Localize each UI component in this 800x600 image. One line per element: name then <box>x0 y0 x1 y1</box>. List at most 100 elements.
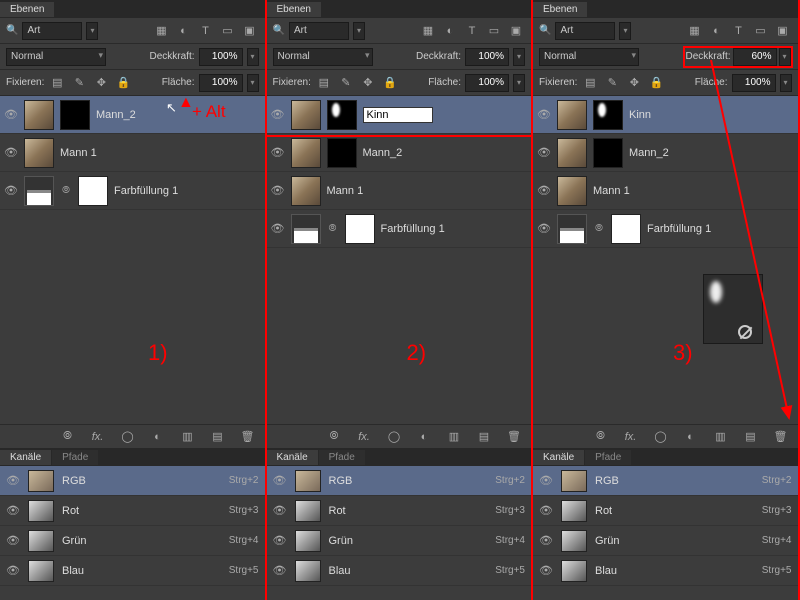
filter-smart-icon[interactable]: ▣ <box>774 22 792 40</box>
layer-filter-input[interactable] <box>289 22 349 40</box>
channels-tab[interactable]: Kanäle <box>267 450 318 465</box>
new-fill-icon[interactable]: ◐ <box>149 428 167 446</box>
fx-icon[interactable]: fx. <box>355 428 373 446</box>
layer-thumb[interactable] <box>557 138 587 168</box>
opacity-value[interactable]: 100% <box>465 48 509 66</box>
visibility-icon[interactable]: 👁 <box>537 184 551 198</box>
fx-icon[interactable]: fx. <box>622 428 640 446</box>
layer-row[interactable]: 👁 Kinn <box>533 96 798 134</box>
lock-all-icon[interactable]: 🔒 <box>114 74 132 92</box>
channels-tab[interactable]: Kanäle <box>0 450 51 465</box>
trash-icon[interactable]: 🗑 <box>239 428 257 446</box>
trash-icon[interactable]: 🗑 <box>505 428 523 446</box>
opacity-dropdown-icon[interactable]: ▾ <box>247 48 259 66</box>
lock-transparency-icon[interactable]: ▤ <box>315 74 333 92</box>
filter-shape-icon[interactable]: ▭ <box>485 22 503 40</box>
group-icon[interactable]: ▥ <box>179 428 197 446</box>
channel-row[interactable]: 👁GrünStrg+4 <box>267 526 532 556</box>
layer-row[interactable]: 👁 <box>267 96 532 134</box>
filter-image-icon[interactable]: ▦ <box>153 22 171 40</box>
filter-dropdown-icon[interactable]: ▾ <box>619 22 631 40</box>
new-layer-icon[interactable]: ▤ <box>209 428 227 446</box>
lock-transparency-icon[interactable]: ▤ <box>581 74 599 92</box>
blend-mode-select[interactable]: Normal <box>539 48 639 66</box>
layer-row[interactable]: 👁 Mann_2 <box>267 134 532 172</box>
filter-adjust-icon[interactable]: ◐ <box>441 22 459 40</box>
filter-type-icon[interactable]: T <box>463 22 481 40</box>
opacity-value[interactable]: 100% <box>199 48 243 66</box>
filter-type-icon[interactable]: T <box>197 22 215 40</box>
channel-row[interactable]: 👁RotStrg+3 <box>267 496 532 526</box>
layer-thumb[interactable] <box>24 100 54 130</box>
new-fill-icon[interactable]: ◐ <box>682 428 700 446</box>
trash-icon[interactable]: 🗑 <box>772 428 790 446</box>
mask-icon[interactable]: ◯ <box>652 428 670 446</box>
blend-mode-select[interactable]: Normal <box>6 48 106 66</box>
opacity-value[interactable]: 60% <box>733 48 777 66</box>
layer-thumb[interactable] <box>291 100 321 130</box>
layer-row[interactable]: 👁 ⦾ Farbfüllung 1 <box>0 172 265 210</box>
layer-thumb[interactable] <box>24 176 54 206</box>
fx-icon[interactable]: fx. <box>89 428 107 446</box>
visibility-icon[interactable]: 👁 <box>6 534 20 548</box>
filter-shape-icon[interactable]: ▭ <box>752 22 770 40</box>
fill-value[interactable]: 100% <box>732 74 776 92</box>
mask-thumb[interactable] <box>60 100 90 130</box>
group-icon[interactable]: ▥ <box>712 428 730 446</box>
paths-tab[interactable]: Pfade <box>319 450 365 465</box>
channel-row[interactable]: 👁GrünStrg+4 <box>533 526 798 556</box>
layer-thumb[interactable] <box>557 176 587 206</box>
channel-row[interactable]: 👁RGBStrg+2 <box>267 466 532 496</box>
fill-dropdown-icon[interactable]: ▾ <box>513 74 525 92</box>
link-layers-icon[interactable]: ⦾ <box>59 428 77 446</box>
filter-adjust-icon[interactable]: ◐ <box>708 22 726 40</box>
channel-row[interactable]: 👁 Blau Strg+5 <box>0 556 265 586</box>
lock-transparency-icon[interactable]: ▤ <box>48 74 66 92</box>
lock-move-icon[interactable]: ✥ <box>92 74 110 92</box>
lock-move-icon[interactable]: ✥ <box>625 74 643 92</box>
lock-brush-icon[interactable]: ✎ <box>337 74 355 92</box>
layer-thumb[interactable] <box>557 100 587 130</box>
filter-type-icon[interactable]: T <box>730 22 748 40</box>
visibility-icon[interactable]: 👁 <box>6 564 20 578</box>
mask-thumb[interactable] <box>327 100 357 130</box>
layer-rename-input[interactable] <box>363 107 433 123</box>
filter-dropdown-icon[interactable]: ▾ <box>353 22 365 40</box>
layer-filter-input[interactable] <box>555 22 615 40</box>
new-layer-icon[interactable]: ▤ <box>475 428 493 446</box>
mask-icon[interactable]: ◯ <box>385 428 403 446</box>
fill-dropdown-icon[interactable]: ▾ <box>780 74 792 92</box>
layer-row[interactable]: 👁 Mann 1 <box>0 134 265 172</box>
fill-value[interactable]: 100% <box>199 74 243 92</box>
layer-row[interactable]: 👁 ⦾ Farbfüllung 1 <box>533 210 798 248</box>
layers-tab[interactable]: Ebenen <box>0 2 54 17</box>
layer-thumb[interactable] <box>557 214 587 244</box>
visibility-icon[interactable]: 👁 <box>537 108 551 122</box>
link-layers-icon[interactable]: ⦾ <box>592 428 610 446</box>
mask-thumb[interactable] <box>593 100 623 130</box>
filter-image-icon[interactable]: ▦ <box>419 22 437 40</box>
mask-thumb[interactable] <box>78 176 108 206</box>
filter-dropdown-icon[interactable]: ▾ <box>86 22 98 40</box>
visibility-icon[interactable]: 👁 <box>6 474 20 488</box>
visibility-icon[interactable]: 👁 <box>271 184 285 198</box>
channel-row[interactable]: 👁BlauStrg+5 <box>267 556 532 586</box>
mask-thumb[interactable] <box>593 138 623 168</box>
layer-filter-input[interactable] <box>22 22 82 40</box>
fill-value[interactable]: 100% <box>465 74 509 92</box>
filter-smart-icon[interactable]: ▣ <box>507 22 525 40</box>
lock-all-icon[interactable]: 🔒 <box>647 74 665 92</box>
lock-all-icon[interactable]: 🔒 <box>381 74 399 92</box>
visibility-icon[interactable]: 👁 <box>271 222 285 236</box>
lock-move-icon[interactable]: ✥ <box>359 74 377 92</box>
opacity-dropdown-icon[interactable]: ▾ <box>513 48 525 66</box>
link-layers-icon[interactable]: ⦾ <box>325 428 343 446</box>
layer-row[interactable]: 👁 Mann 1 <box>533 172 798 210</box>
channel-row[interactable]: 👁 Grün Strg+4 <box>0 526 265 556</box>
channel-row[interactable]: 👁 RGB Strg+2 <box>0 466 265 496</box>
channel-row[interactable]: 👁RotStrg+3 <box>533 496 798 526</box>
layer-row[interactable]: 👁 Mann_2 ↖ <box>0 96 265 134</box>
filter-shape-icon[interactable]: ▭ <box>219 22 237 40</box>
channel-row[interactable]: 👁RGBStrg+2 <box>533 466 798 496</box>
filter-image-icon[interactable]: ▦ <box>686 22 704 40</box>
